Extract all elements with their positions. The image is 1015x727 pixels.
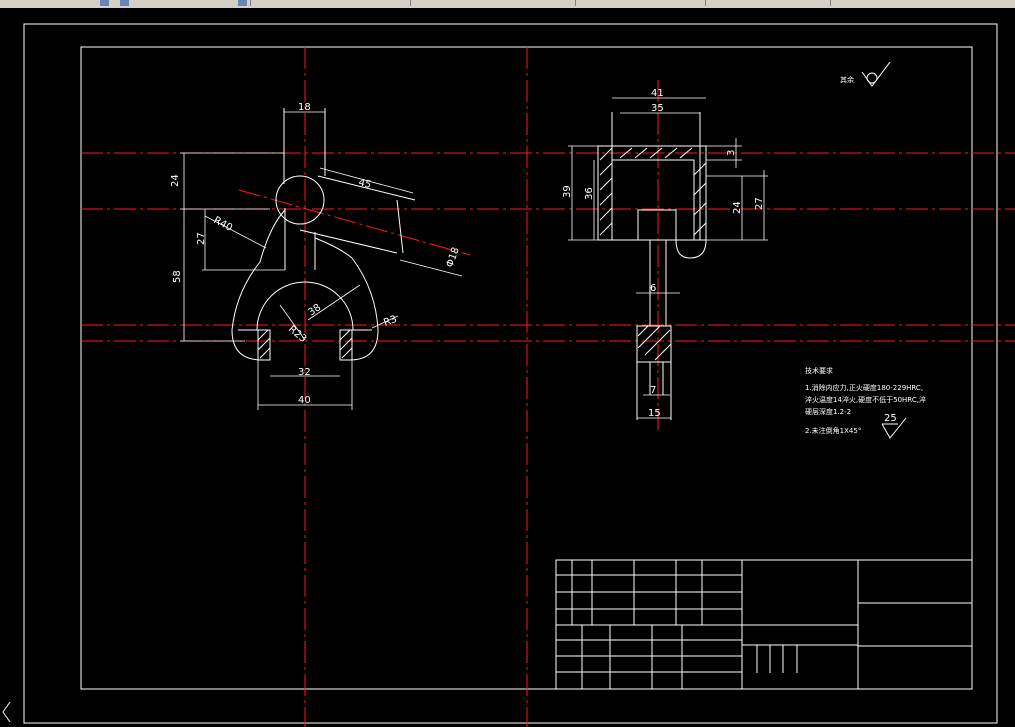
title-block [555,559,973,690]
dim-27-side: 27 [754,197,765,210]
dim-7: 7 [650,385,656,396]
dim-15: 15 [648,408,661,419]
dim-6: 6 [650,283,656,294]
dim-45: 45 [357,177,372,191]
dim-58: 58 [172,270,183,283]
roughness-label: 其余 [840,75,854,84]
dim-27: 27 [196,232,207,245]
dim-r3: R3 [382,314,398,329]
tech-requirements: 技术要求 1.消除内应力,正火硬度180-229HRC, 淬火温度14淬火,硬度… [805,366,926,435]
tech-line-3: 硬层深度1.2-2 [805,407,851,416]
dim-41: 41 [651,88,664,99]
dimension-labels: 18 24 27 58 45 R40 Φ18 38 R23 R3 32 40 4… [170,88,765,419]
side-hatching [599,147,707,361]
side-view [597,112,707,420]
tech-line-1: 1.消除内应力,正火硬度180-229HRC, [805,383,923,392]
dim-phi18: Φ18 [444,246,461,269]
drawing-canvas[interactable]: 18 24 27 58 45 R40 Φ18 38 R23 R3 32 40 4… [0,8,1015,727]
drawing-frame [23,23,998,724]
toolbar-segment[interactable] [710,0,831,6]
tech-line-2: 淬火温度14淬火,硬度不低于50HRC,淬 [805,395,926,404]
toolbar-button[interactable] [100,0,109,6]
hub-boss [275,175,325,225]
window-titlebar-strip [0,0,1015,8]
front-dimensions [180,111,463,410]
dim-24: 24 [170,174,181,187]
outer-border [23,23,998,724]
toolbar-segment[interactable] [250,0,411,6]
roughness-symbol: 其余 25 [840,61,907,439]
dim-24-side: 24 [732,201,743,214]
dim-r40: R40 [212,215,235,234]
tech-line-4: 2.未注倒角1X45° [805,426,861,435]
dim-38: 38 [306,302,323,318]
dim-36: 36 [584,187,595,200]
ucs-icon [2,701,11,723]
roughness-value: 25 [884,413,897,424]
dim-39: 39 [562,185,573,198]
dim-40: 40 [298,395,311,406]
dim-35: 35 [651,103,664,114]
toolbar-segment[interactable] [410,0,576,6]
dim-18: 18 [298,102,311,113]
dim-3: 3 [726,150,737,156]
toolbar-segment[interactable] [575,0,706,6]
dim-32: 32 [298,367,311,378]
toolbar-segment[interactable] [0,0,101,6]
tech-title: 技术要求 [805,366,833,375]
toolbar-button[interactable] [238,0,247,6]
toolbar-button[interactable] [120,0,129,6]
toolbar-segment[interactable] [130,0,251,6]
